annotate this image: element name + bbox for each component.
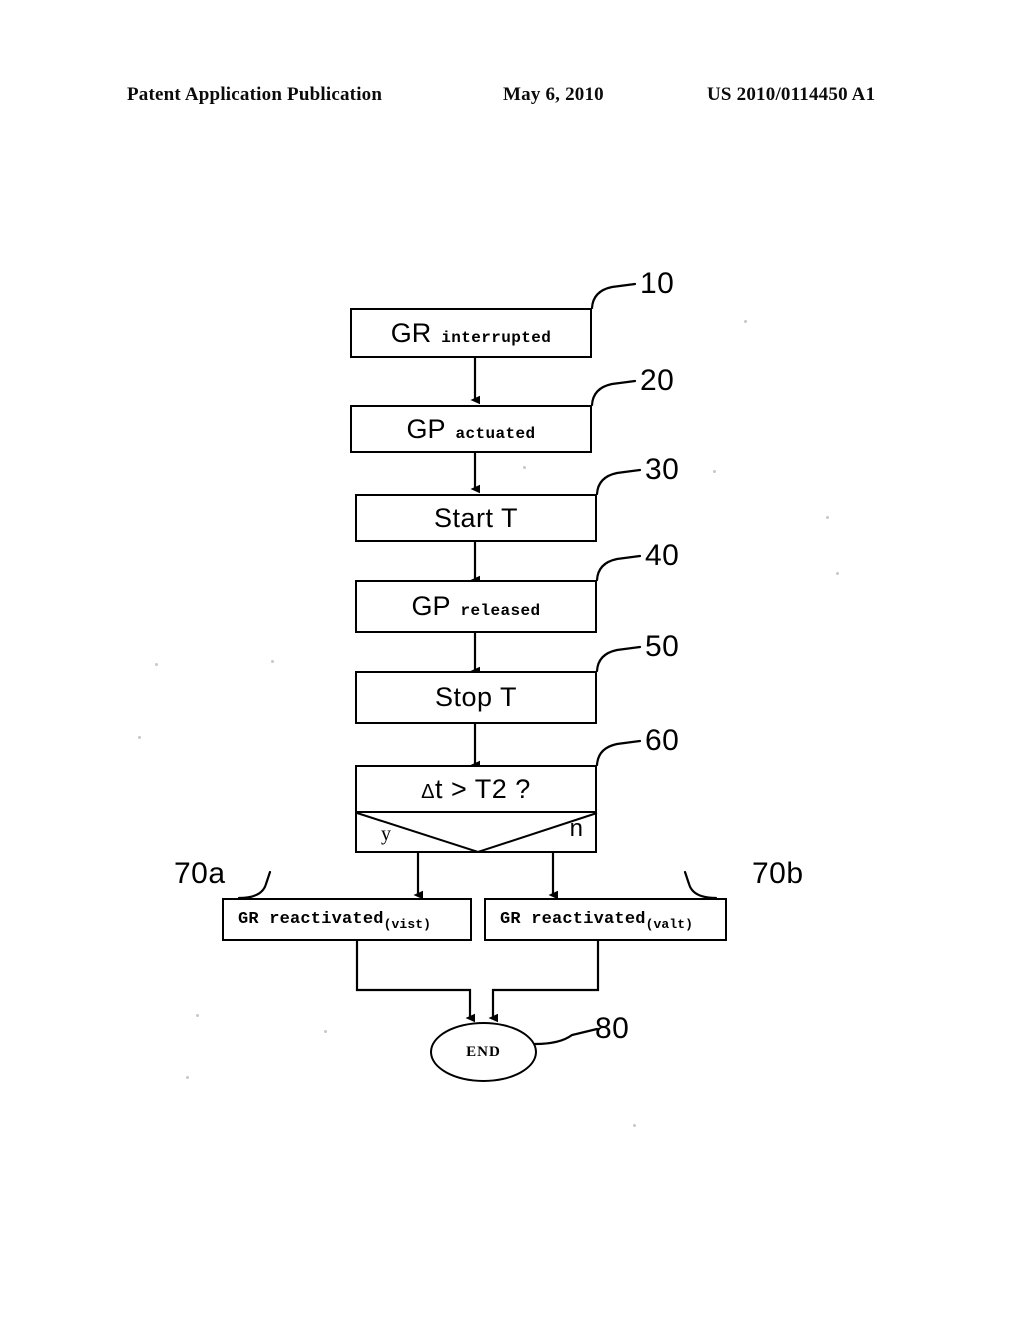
ref-numeral-40: 40	[645, 539, 680, 572]
flow-node-60-delta: Δ	[421, 780, 436, 803]
ref-numeral-10: 10	[640, 267, 675, 300]
scan-speck	[271, 660, 274, 663]
connector-70a-to-end	[355, 941, 475, 1023]
flow-node-80-end: END	[430, 1022, 537, 1082]
flow-node-40-label: GP released	[411, 591, 540, 622]
flow-node-60-branch-band: y n	[355, 813, 597, 853]
connector-70b-to-end	[488, 941, 600, 1023]
scan-speck	[713, 470, 716, 473]
ref-numeral-20: 20	[640, 364, 675, 397]
scan-speck	[138, 736, 141, 739]
flow-node-40: GP released	[355, 580, 597, 633]
scan-speck	[196, 1014, 199, 1017]
flow-node-20-tail: actuated	[455, 424, 536, 443]
scan-speck	[836, 572, 839, 575]
scan-speck	[744, 320, 747, 323]
scan-speck	[826, 516, 829, 519]
flow-node-80-label: END	[466, 1043, 501, 1060]
flow-node-70a-text: GR reactivated	[238, 910, 384, 929]
ref-numeral-50: 50	[645, 630, 680, 663]
ref-numeral-80: 80	[595, 1012, 630, 1045]
leader-line-80	[533, 1027, 599, 1046]
flowchart-connectors	[237, 282, 718, 1046]
flow-node-70b: GR reactivated (valt)	[484, 898, 727, 941]
ref-numeral-70a: 70a	[174, 857, 226, 890]
flow-node-70a: GR reactivated (vist)	[222, 898, 472, 941]
flowchart-figure: GR interrupted 10 GP actuated 20 Start T…	[0, 0, 1024, 1320]
flow-node-50: Stop T	[355, 671, 597, 724]
flow-node-10: GR interrupted	[350, 308, 592, 358]
flow-node-10-tail: interrupted	[441, 328, 552, 347]
leader-line-30	[595, 468, 642, 496]
flow-node-70b-text: GR reactivated	[500, 910, 646, 929]
leader-line-60	[595, 739, 642, 767]
flow-node-60: Δt > T2 ?	[355, 765, 597, 813]
leader-line-20	[590, 379, 637, 407]
branch-label-yes: y	[381, 823, 391, 845]
flow-node-10-head: GR	[390, 317, 432, 348]
flow-node-40-head: GP	[411, 591, 451, 621]
scan-speck	[324, 1030, 327, 1033]
flow-node-70a-subscript: (vist)	[383, 917, 432, 932]
flow-node-70b-label: GR reactivated (valt)	[500, 910, 694, 932]
flow-node-40-tail: released	[460, 602, 541, 620]
flow-node-30-label: Start T	[433, 502, 519, 533]
leader-line-50	[595, 645, 642, 673]
scan-speck	[633, 1124, 636, 1127]
flow-node-30: Start T	[355, 494, 597, 542]
flow-node-70a-label: GR reactivated (vist)	[238, 910, 432, 932]
flow-node-20: GP actuated	[350, 405, 592, 453]
flow-node-70b-subscript: (valt)	[645, 917, 694, 932]
flow-node-60-condition: t > T2 ?	[435, 773, 531, 804]
ref-numeral-60: 60	[645, 724, 680, 757]
ref-numeral-30: 30	[645, 453, 680, 486]
branch-label-no: n	[569, 815, 583, 842]
leader-line-70a	[237, 870, 272, 900]
flow-node-10-label: GR interrupted	[391, 318, 552, 349]
flow-node-50-label: Stop T	[434, 682, 518, 712]
flow-node-20-label: GP actuated	[406, 414, 535, 445]
scan-speck	[523, 466, 526, 469]
flow-node-60-label: Δt > T2 ?	[421, 774, 531, 805]
scan-speck	[186, 1076, 189, 1079]
leader-line-70b	[683, 870, 718, 900]
scan-speck	[155, 663, 158, 666]
flow-node-20-head: GP	[406, 413, 446, 444]
leader-line-10	[590, 282, 637, 310]
ref-numeral-70b: 70b	[752, 857, 804, 890]
leader-line-40	[595, 554, 642, 582]
